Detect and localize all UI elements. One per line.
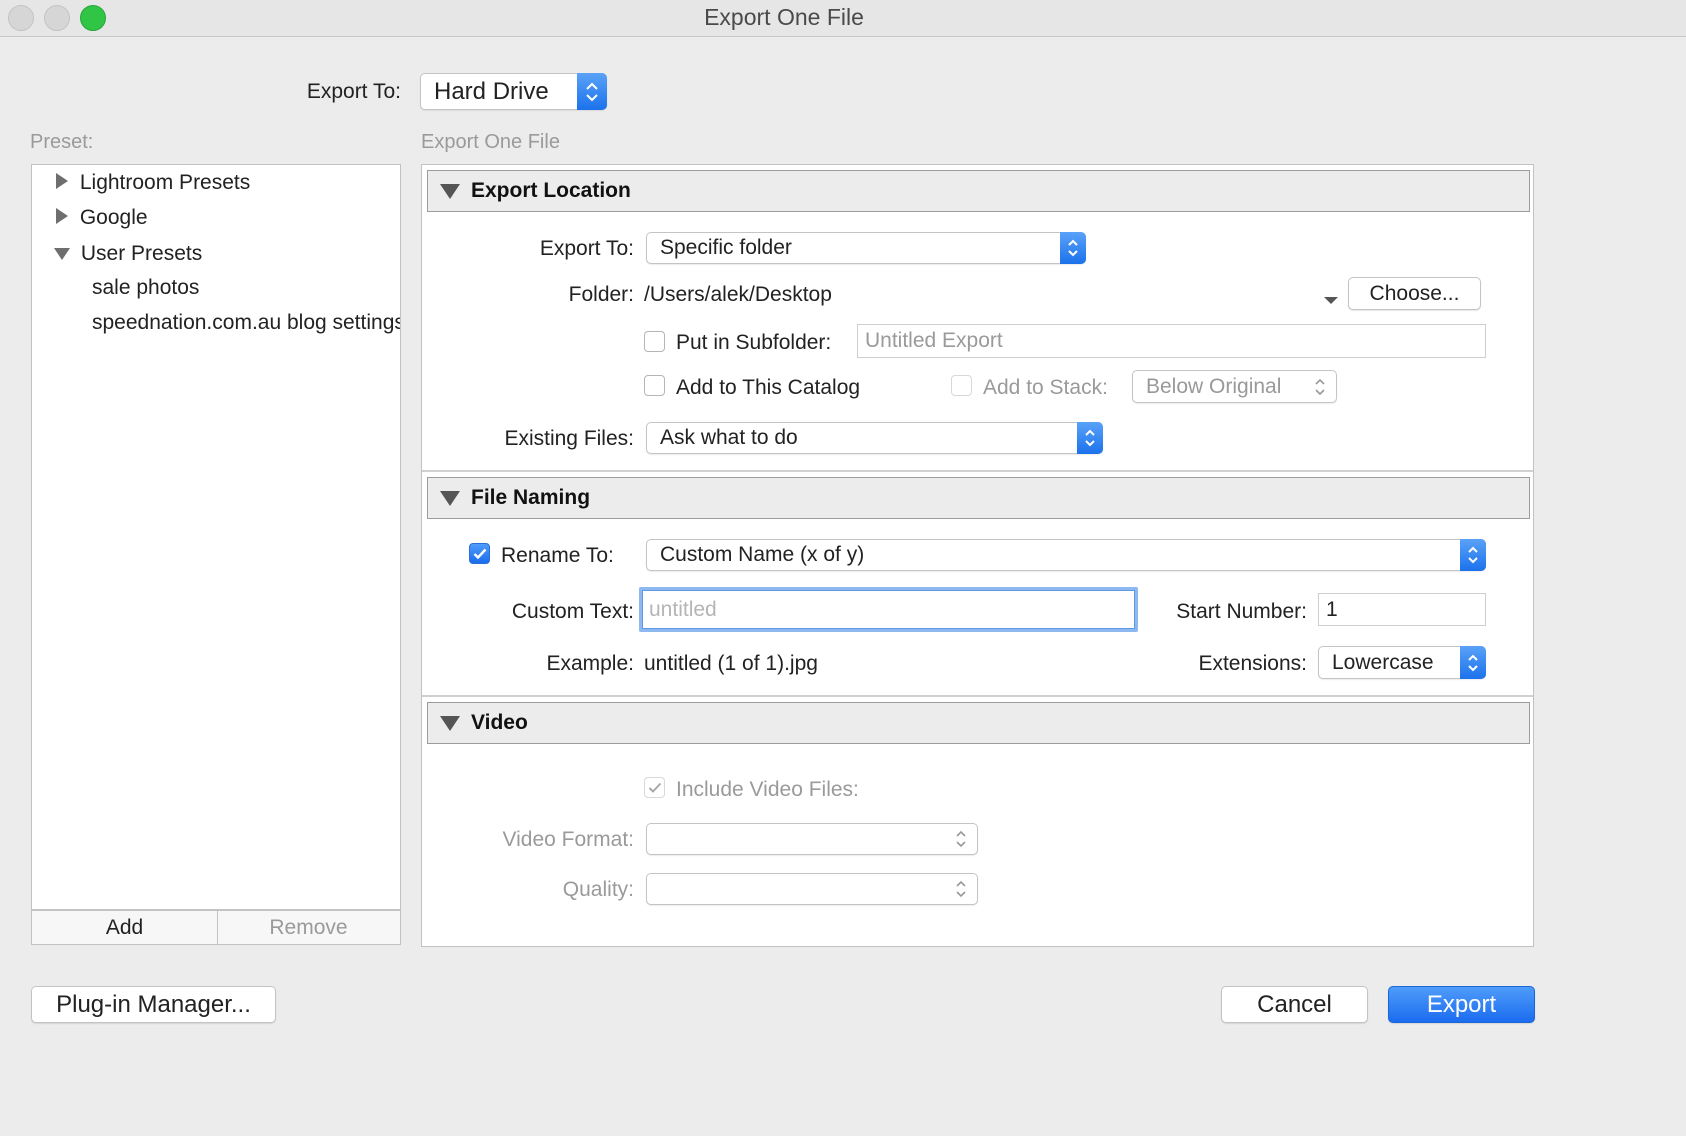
export-destination-select[interactable]: Hard Drive (420, 73, 607, 110)
disclosure-down-icon[interactable] (440, 716, 460, 731)
rename-template-select[interactable]: Custom Name (x of y) (646, 539, 1486, 571)
disclosure-down-icon[interactable] (440, 491, 460, 506)
add-to-catalog-label: Add to This Catalog (676, 376, 861, 399)
section-divider (422, 695, 1533, 697)
section-title: Export Location (471, 179, 631, 202)
preset-buttons: Add Remove (31, 910, 401, 945)
add-to-stack-value: Below Original (1146, 374, 1282, 398)
preset-item-sale-photos[interactable]: sale photos (92, 276, 199, 300)
put-in-subfolder-label: Put in Subfolder: (676, 331, 832, 354)
window-title: Export One File (704, 4, 864, 30)
preset-header: Preset: (30, 131, 94, 153)
start-number-label: Start Number: (1176, 600, 1307, 623)
export-destination-value: Hard Drive (434, 77, 549, 105)
quality-label: Quality: (562, 878, 634, 901)
preset-list: Lightroom Presets Google User Presets sa… (31, 164, 401, 910)
rename-to-label: Rename To: (501, 544, 614, 567)
example-label: Example: (546, 652, 634, 675)
chevron-updown-icon (577, 73, 607, 110)
chevron-updown-icon (1460, 539, 1486, 571)
cancel-button[interactable]: Cancel (1221, 986, 1368, 1023)
file-naming-header[interactable]: File Naming (427, 477, 1530, 519)
location-export-to-label: Export To: (539, 237, 634, 260)
preset-folder-google[interactable]: Google (56, 206, 148, 230)
section-divider (422, 470, 1533, 472)
location-export-to-select[interactable]: Specific folder (646, 232, 1086, 264)
folder-label: Folder: (568, 283, 634, 306)
add-to-stack-select[interactable]: Below Original (1132, 370, 1337, 403)
plugin-manager-button[interactable]: Plug-in Manager... (31, 986, 276, 1023)
existing-files-label: Existing Files: (504, 427, 634, 450)
export-location-header[interactable]: Export Location (427, 170, 1530, 212)
existing-files-select[interactable]: Ask what to do (646, 422, 1103, 454)
chevron-updown-icon (1060, 232, 1086, 264)
include-video-label: Include Video Files: (676, 778, 859, 801)
video-format-label: Video Format: (502, 828, 634, 851)
remove-preset-button[interactable]: Remove (217, 911, 400, 944)
location-export-to-value: Specific folder (660, 236, 792, 259)
preset-folder-label: Google (79, 206, 148, 229)
disclosure-right-icon[interactable] (56, 208, 68, 224)
custom-text-label: Custom Text: (511, 600, 634, 623)
add-to-catalog-checkbox[interactable] (644, 375, 665, 396)
disclosure-right-icon[interactable] (56, 173, 68, 189)
chevron-updown-icon (1077, 422, 1103, 454)
section-title: Video (471, 711, 528, 734)
preset-item-speednation[interactable]: speednation.com.au blog settings (92, 311, 400, 335)
add-preset-button[interactable]: Add (32, 911, 218, 944)
folder-history-dropdown-icon[interactable] (1324, 288, 1338, 312)
preset-folder-label: Lightroom Presets (79, 171, 251, 194)
main-header: Export One File (421, 131, 560, 153)
example-filename: untitled (1 of 1).jpg (644, 652, 818, 675)
checkmark-icon (648, 782, 661, 793)
rename-template-value: Custom Name (x of y) (660, 543, 865, 566)
video-header[interactable]: Video (427, 702, 1530, 744)
chevron-updown-icon (1460, 646, 1486, 679)
rename-to-checkbox[interactable] (469, 543, 490, 564)
section-title: File Naming (471, 486, 591, 509)
extensions-select[interactable]: Lowercase (1318, 646, 1486, 679)
quality-select[interactable] (646, 873, 978, 905)
preset-folder-lightroom[interactable]: Lightroom Presets (56, 171, 250, 195)
include-video-checkbox[interactable] (644, 777, 665, 798)
extensions-value: Lowercase (1332, 650, 1434, 674)
settings-panel: Export Location Export To: Specific fold… (421, 164, 1534, 947)
preset-folder-label: User Presets (80, 242, 203, 265)
custom-text-field[interactable]: untitled (639, 587, 1138, 632)
folder-path: /Users/alek/Desktop (644, 283, 832, 306)
subfolder-name-field[interactable]: Untitled Export (857, 324, 1486, 358)
title-bar: Export One File (0, 0, 1686, 37)
chevron-updown-icon (951, 824, 971, 854)
checkmark-icon (473, 548, 486, 559)
add-to-stack-checkbox[interactable] (951, 375, 972, 396)
export-to-label: Export To: (306, 80, 401, 103)
existing-files-value: Ask what to do (660, 426, 798, 449)
put-in-subfolder-checkbox[interactable] (644, 331, 665, 352)
disclosure-down-icon[interactable] (440, 184, 460, 199)
preset-folder-user[interactable]: User Presets (54, 242, 202, 266)
extensions-label: Extensions: (1198, 652, 1307, 675)
start-number-field[interactable]: 1 (1318, 593, 1486, 626)
disclosure-down-icon[interactable] (54, 248, 70, 260)
choose-folder-button[interactable]: Choose... (1348, 277, 1481, 310)
chevron-updown-icon (1310, 371, 1330, 402)
add-to-stack-label: Add to Stack: (983, 376, 1108, 399)
export-button[interactable]: Export (1388, 986, 1535, 1023)
video-format-select[interactable] (646, 823, 978, 855)
chevron-updown-icon (951, 874, 971, 904)
